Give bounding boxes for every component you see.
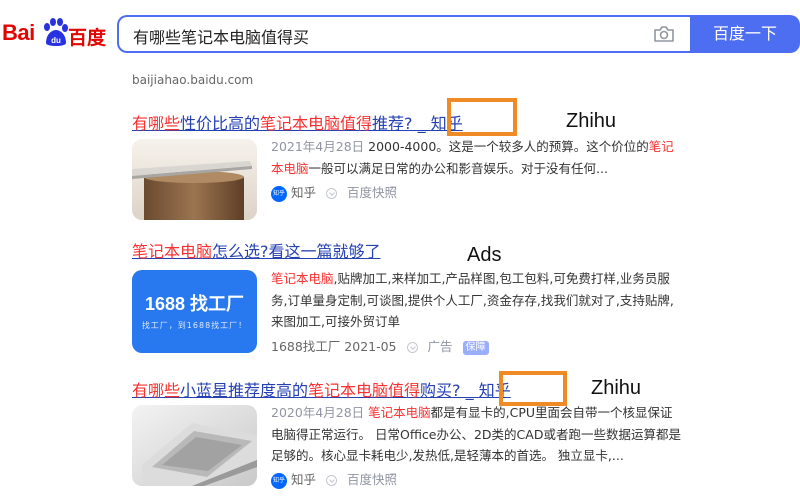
- title-segment: 有哪些: [132, 381, 181, 400]
- verified-icon: [326, 188, 338, 199]
- source-url: baijiahao.baidu.com: [132, 73, 254, 87]
- header: Bai du 百度 有哪些笔记本电脑值得买 百度一下: [0, 0, 800, 72]
- logo-chinese: 百度: [68, 27, 107, 49]
- result-date: 2021年4月28日: [271, 139, 365, 154]
- title-segment: 笔记本电脑值得: [308, 381, 421, 400]
- desc-segment: 笔记本电脑: [368, 405, 431, 420]
- title-segment: 小蓝星推荐度高的: [180, 381, 309, 400]
- camera-icon[interactable]: [653, 25, 675, 43]
- result-meta-3: 知乎 知乎 百度快照: [271, 469, 397, 489]
- verified-icon: [406, 342, 418, 353]
- title-segment: 购买? _: [420, 381, 479, 400]
- annotation-label-2: Ads: [467, 244, 502, 266]
- guarantee-badge[interactable]: 保障: [462, 340, 489, 355]
- result-desc-1: 2021年4月28日 2000-4000。这是一个较多人的预算。这个价位的笔记本…: [271, 136, 681, 179]
- annotation-label-3: Zhihu: [591, 377, 642, 399]
- meta-site[interactable]: 知乎: [291, 185, 316, 200]
- thumb-slogan: 找工厂，到1688找工厂！: [141, 321, 248, 330]
- title-segment: 怎么选?看这一篇就够了: [212, 242, 381, 261]
- search-input[interactable]: 有哪些笔记本电脑值得买: [117, 15, 691, 53]
- desc-segment: 一般可以满足日常的办公和影音娱乐。对于没有任何...: [308, 160, 608, 176]
- zhihu-icon: 知乎: [271, 185, 287, 202]
- annotation-box-1: [447, 98, 517, 136]
- result-thumbnail-1[interactable]: [132, 139, 257, 220]
- result-date: 2020年4月28日: [271, 405, 365, 420]
- zhihu-icon: 知乎: [271, 472, 287, 489]
- result-title-2[interactable]: 笔记本电脑怎么选?看这一篇就够了: [132, 238, 381, 262]
- result-meta-1: 知乎 知乎 百度快照: [271, 182, 397, 202]
- laptop-image: [132, 405, 257, 486]
- search-query: 有哪些笔记本电脑值得买: [133, 28, 310, 47]
- meta-site[interactable]: 1688找工厂 2021-05: [271, 339, 397, 354]
- thumb-brand: 1688 找工厂: [144, 294, 245, 314]
- title-segment: 笔记本电脑值得: [260, 114, 373, 133]
- annotation-label-1: Zhihu: [566, 110, 617, 132]
- result-desc-2: 笔记本电脑,贴牌加工,来样加工,产品样图,包工包料,可免费打样,业务员服务,订单…: [271, 268, 681, 333]
- snapshot-link[interactable]: 百度快照: [347, 472, 397, 487]
- desc-segment: 2000-4000。这是一个较多人的预算。这个价位的: [364, 139, 649, 154]
- title-segment: 有哪些: [132, 114, 181, 133]
- desc-segment: 笔记本电脑: [271, 271, 334, 286]
- laptop-image: [132, 139, 257, 220]
- annotation-box-2: [499, 371, 567, 406]
- result-meta-2: 1688找工厂 2021-05 广告 保障: [271, 336, 489, 355]
- ad-label: 广告: [427, 339, 453, 354]
- logo-latin: Bai: [2, 20, 35, 45]
- meta-site[interactable]: 知乎: [291, 472, 316, 487]
- title-segment: 性价比高的: [180, 114, 261, 133]
- verified-icon: [326, 475, 338, 486]
- result-thumbnail-3[interactable]: [132, 405, 257, 486]
- title-segment: 推荐? _: [372, 114, 431, 133]
- paw-text: du: [51, 36, 61, 45]
- result-desc-3: 2020年4月28日 笔记本电脑都是有显卡的,CPU里面会自带一个核显保证电脑得…: [271, 402, 681, 467]
- title-segment: 笔记本电脑: [132, 242, 213, 261]
- search-button[interactable]: 百度一下: [690, 15, 800, 53]
- result-title-3[interactable]: 有哪些小蓝星推荐度高的笔记本电脑值得购买? _ 知乎: [132, 377, 511, 401]
- result-title-1[interactable]: 有哪些性价比高的笔记本电脑值得推荐? _ 知乎: [132, 110, 463, 134]
- snapshot-link[interactable]: 百度快照: [347, 185, 397, 200]
- result-thumbnail-2[interactable]: 1688 找工厂 找工厂，到1688找工厂！: [132, 270, 257, 353]
- paw-icon: du: [44, 18, 68, 46]
- baidu-logo[interactable]: Bai du 百度: [2, 18, 106, 58]
